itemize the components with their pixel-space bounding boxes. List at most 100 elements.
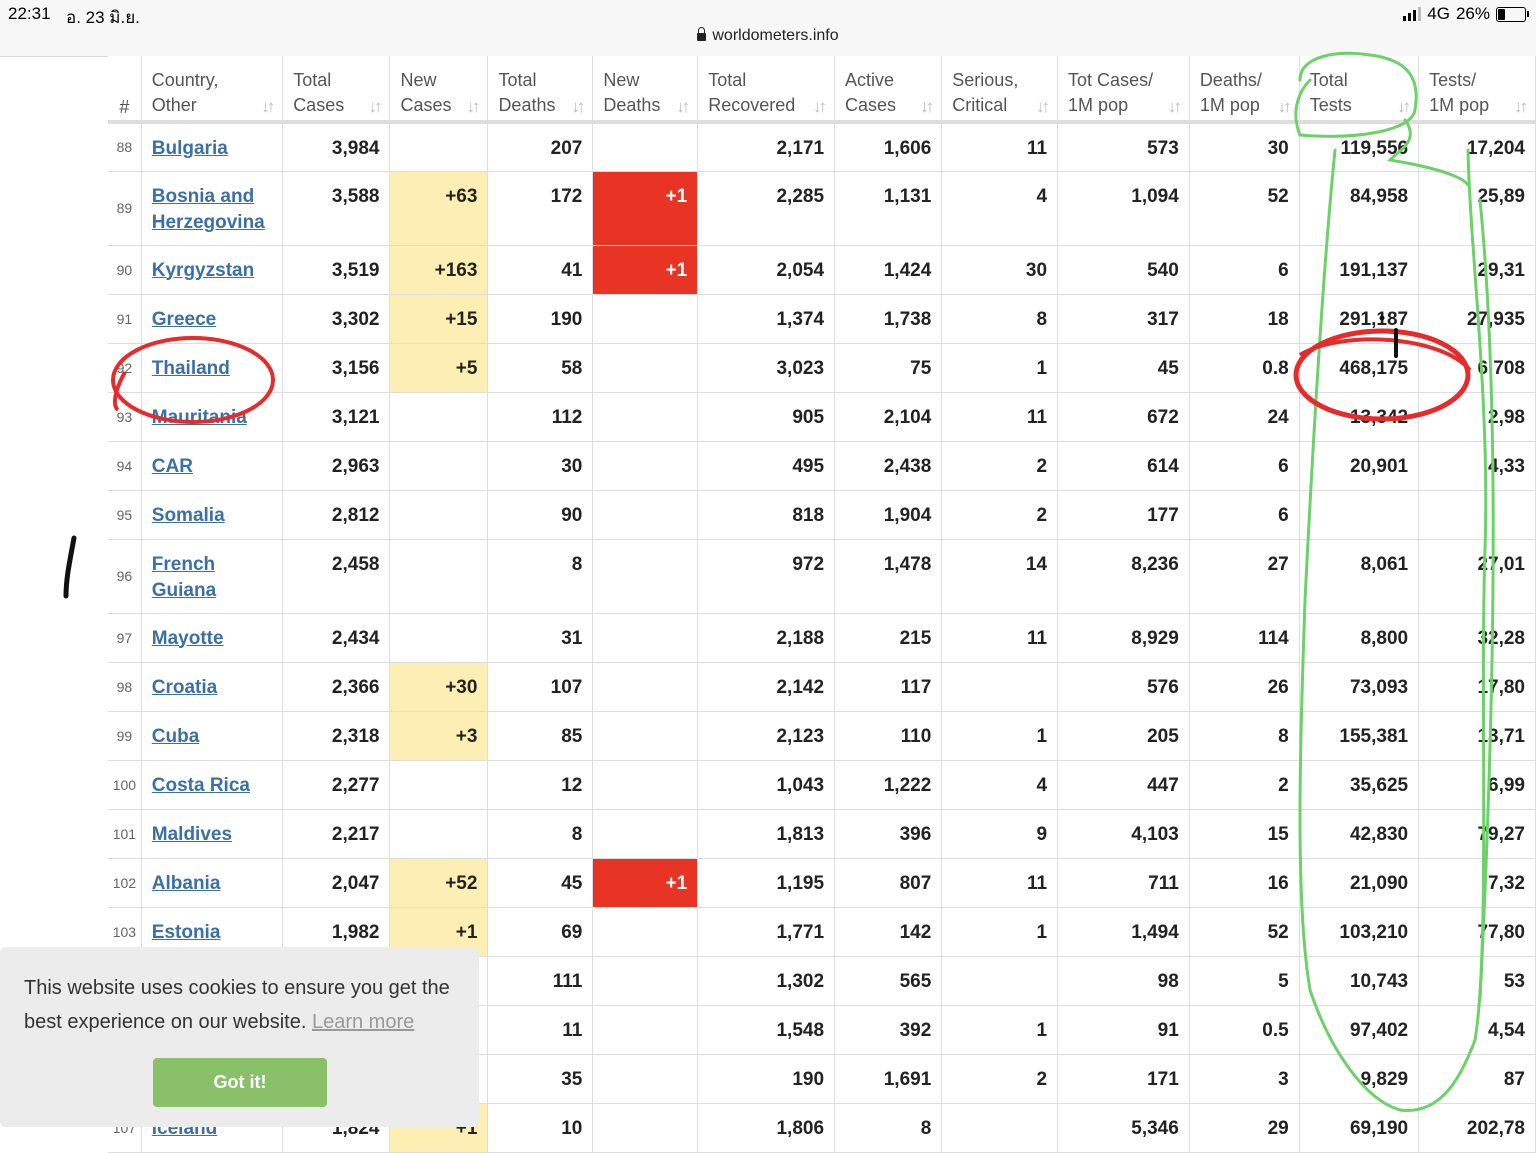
- cell-rank: 98: [108, 662, 142, 712]
- table-row: 99 Cuba 2,318 +3 85 2,123 110 1 205 8 155,381 13,71: [108, 711, 1536, 761]
- country-link[interactable]: Thailand: [152, 358, 230, 379]
- column-header-label: Cases: [845, 95, 897, 115]
- cell-new-cases: [389, 490, 489, 540]
- cell-total-cases: 3,121: [282, 392, 391, 442]
- column-header-total-tests[interactable]: Total Tests ↓↑: [1299, 56, 1420, 124]
- address-bar[interactable]: worldometers.info: [0, 27, 1536, 45]
- cell-serious: [941, 956, 1059, 1006]
- cell-tests-per-1m: 79,27: [1418, 809, 1536, 859]
- country-link[interactable]: Mauritania: [152, 407, 247, 428]
- column-header-active-cases[interactable]: Active Cases ↓↑: [834, 56, 943, 124]
- sort-icon[interactable]: ↓↑: [920, 94, 934, 119]
- cell-total-tests: 69,190: [1299, 1103, 1420, 1153]
- sort-icon[interactable]: ↓↑: [261, 94, 275, 119]
- cell-total-recovered: 905: [697, 392, 836, 442]
- cell-deaths-per-1m: 114: [1189, 613, 1300, 663]
- cell-total-tests: 42,830: [1299, 809, 1420, 859]
- cell-active-cases: 2,438: [834, 441, 943, 491]
- column-header-deaths-per-1m[interactable]: Deaths/1M pop ↓↑: [1189, 56, 1300, 124]
- sort-icon[interactable]: ↓↑: [813, 94, 827, 119]
- column-header-country[interactable]: Country, Other ↓↑: [141, 56, 284, 124]
- cell-tests-per-1m: 202,78: [1418, 1103, 1536, 1153]
- cell-active-cases: 392: [834, 1005, 943, 1055]
- country-link[interactable]: Somalia: [152, 505, 225, 526]
- column-header-total-deaths[interactable]: Total Deaths ↓↑: [487, 56, 594, 124]
- country-link[interactable]: Costa Rica: [152, 775, 250, 796]
- cell-cases-per-1m: 576: [1057, 662, 1190, 712]
- country-link[interactable]: Croatia: [152, 677, 217, 698]
- cell-deaths-per-1m: 8: [1189, 711, 1300, 761]
- cell-total-recovered: 1,195: [697, 858, 836, 908]
- sort-icon[interactable]: ↓↑: [1397, 94, 1411, 119]
- country-link[interactable]: Albania: [152, 873, 221, 894]
- cell-active-cases: 2,104: [834, 392, 943, 442]
- column-header-label: 1M pop: [1429, 95, 1490, 115]
- column-header-label: Tests: [1309, 95, 1352, 115]
- country-link[interactable]: Guiana: [152, 580, 216, 601]
- cell-active-cases: 1,478: [834, 539, 943, 614]
- cell-total-recovered: 1,374: [697, 294, 836, 344]
- sort-icon[interactable]: ↓↑: [368, 94, 382, 119]
- country-link[interactable]: Cuba: [152, 726, 200, 747]
- country-link[interactable]: Mayotte: [152, 628, 224, 649]
- cell-total-cases: 3,519: [282, 245, 391, 295]
- column-header-new-cases[interactable]: New Cases ↓↑: [389, 56, 489, 124]
- country-link[interactable]: CAR: [152, 456, 193, 477]
- cell-total-tests: 13,342: [1299, 392, 1420, 442]
- table-row: 93 Mauritania 3,121 112 905 2,104 11 672 24 13,34…: [108, 392, 1536, 442]
- cell-active-cases: 565: [834, 956, 943, 1006]
- country-link[interactable]: Bulgaria: [152, 138, 228, 159]
- url-text[interactable]: worldometers.info: [712, 27, 838, 44]
- cell-total-deaths: 31: [487, 613, 594, 663]
- cell-active-cases: 8: [834, 1103, 943, 1153]
- cell-total-recovered: 2,123: [697, 711, 836, 761]
- cell-deaths-per-1m: 3: [1189, 1054, 1300, 1104]
- cell-new-deaths: [592, 1054, 699, 1104]
- country-link[interactable]: Greece: [152, 309, 216, 330]
- country-link[interactable]: French: [152, 554, 215, 575]
- cell-serious: 1: [941, 907, 1059, 957]
- cell-deaths-per-1m: 6: [1189, 245, 1300, 295]
- table-row: 96 French Guiana 2,458 8 972 1,478 14 8,236 27 8,0…: [108, 539, 1536, 614]
- column-header-label: Total: [708, 70, 747, 90]
- column-header-total-recovered[interactable]: Total Recovered ↓↑: [697, 56, 836, 124]
- sort-icon[interactable]: ↓↑: [676, 94, 690, 119]
- column-header-total-cases[interactable]: Total Cases ↓↑: [282, 56, 391, 124]
- country-link[interactable]: Estonia: [152, 922, 221, 943]
- country-link[interactable]: Herzegovina: [152, 212, 265, 233]
- cell-serious: 2: [941, 1054, 1059, 1104]
- sort-icon[interactable]: ↓↑: [1168, 94, 1182, 119]
- sort-icon[interactable]: ↓↑: [466, 94, 480, 119]
- table-row: 95 Somalia 2,812 90 818 1,904 2 177 6: [108, 490, 1536, 540]
- cell-new-deaths: [592, 490, 699, 540]
- sort-icon[interactable]: ↓↑: [1514, 94, 1528, 119]
- column-header-cases-per-1m[interactable]: Tot Cases/1M pop ↓↑: [1057, 56, 1190, 124]
- cell-country: Kyrgyzstan: [141, 245, 284, 295]
- got-it-button[interactable]: Got it!: [153, 1058, 327, 1107]
- cell-new-cases: [389, 392, 489, 442]
- table-row: 90 Kyrgyzstan 3,519 +163 41 +1 2,054 1,424 30 540…: [108, 245, 1536, 295]
- country-link[interactable]: Maldives: [152, 824, 232, 845]
- column-header-tests-per-1m[interactable]: Tests/1M pop ↓↑: [1418, 56, 1536, 124]
- cell-rank: 88: [108, 122, 142, 172]
- cell-serious: 9: [941, 809, 1059, 859]
- cell-rank: 90: [108, 245, 142, 295]
- cookie-banner: This website uses cookies to ensure you …: [0, 947, 479, 1127]
- table-row: 92 Thailand 3,156 +5 58 3,023 75 1 45 0.8 468,175 6…: [108, 343, 1536, 393]
- cell-total-recovered: 1,806: [697, 1103, 836, 1153]
- sort-icon[interactable]: ↓↑: [1036, 94, 1050, 119]
- country-link[interactable]: Bosnia and: [152, 186, 254, 207]
- cell-active-cases: 1,424: [834, 245, 943, 295]
- learn-more-link[interactable]: Learn more: [312, 1011, 414, 1033]
- sort-icon[interactable]: ↓↑: [571, 94, 585, 119]
- cell-total-tests: 10,743: [1299, 956, 1420, 1006]
- cell-total-recovered: 1,771: [697, 907, 836, 957]
- column-header-new-deaths[interactable]: New Deaths ↓↑: [592, 56, 699, 124]
- table-row: 91 Greece 3,302 +15 190 1,374 1,738 8 317 18 291,1…: [108, 294, 1536, 344]
- column-header-serious[interactable]: Serious, Critical ↓↑: [941, 56, 1059, 124]
- table-row: 102 Albania 2,047 +52 45 +1 1,195 807 11 711 16 21,…: [108, 858, 1536, 908]
- country-link[interactable]: Kyrgyzstan: [152, 260, 254, 281]
- sort-icon[interactable]: ↓↑: [1278, 94, 1292, 119]
- cell-cases-per-1m: 614: [1057, 441, 1190, 491]
- cell-cases-per-1m: 672: [1057, 392, 1190, 442]
